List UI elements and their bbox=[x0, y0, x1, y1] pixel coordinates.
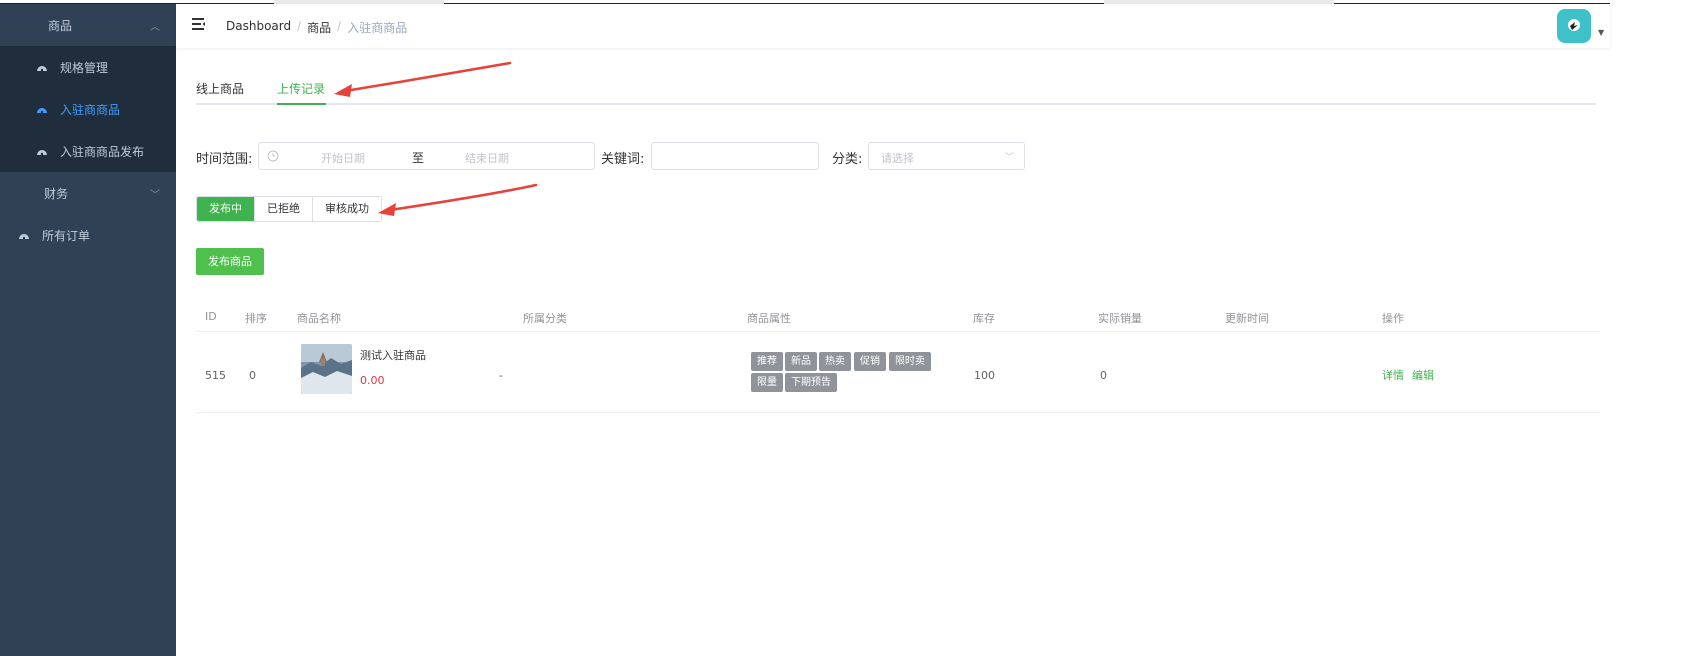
red-arrow-icon bbox=[334, 61, 512, 97]
annotation-arrows bbox=[334, 61, 538, 216]
red-arrow-icon bbox=[378, 183, 538, 216]
